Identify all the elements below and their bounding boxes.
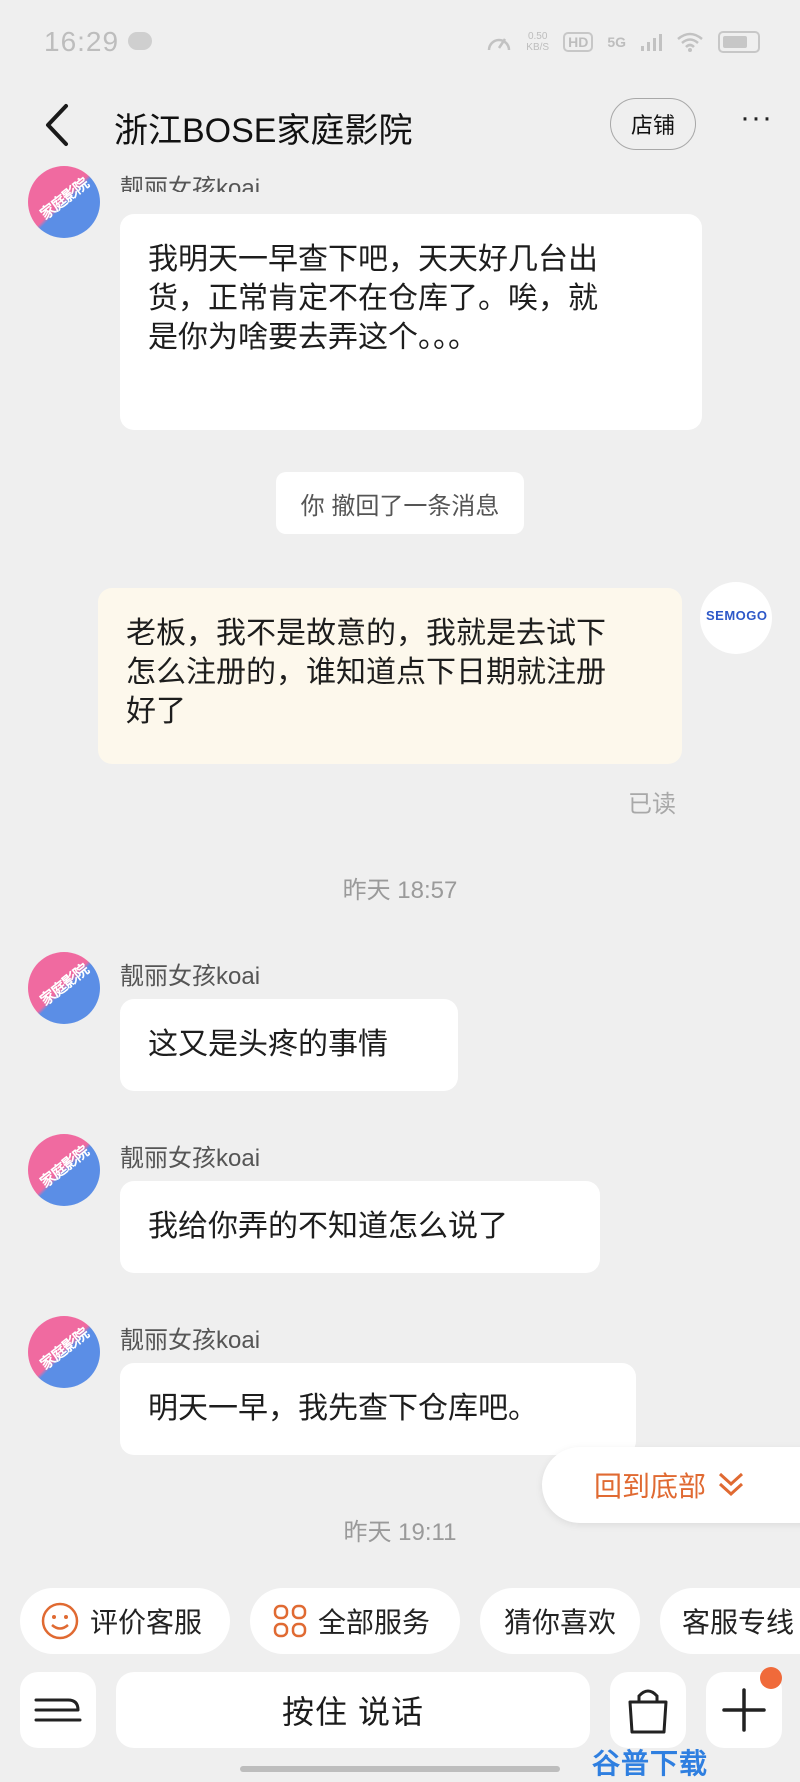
status-bar: 16:29 0.50 KB/S HD 5G [0, 0, 800, 80]
agent-avatar[interactable]: 家庭影院 [28, 1134, 100, 1206]
agent-nickname: 靓丽女孩koai [120, 1327, 261, 1354]
agent-avatar-text: 家庭影院 [37, 175, 92, 224]
hotline-label: 客服专线 [682, 1607, 795, 1638]
home-indicator[interactable] [240, 1766, 560, 1772]
time-divider: 昨天 19:11 [343, 1519, 457, 1546]
agent-avatar-text: 家庭影院 [37, 961, 92, 1010]
rate-service-chip[interactable]: 评价客服 [20, 1588, 230, 1654]
recall-notice: 你 撤回了一条消息 [276, 472, 524, 534]
agent-avatar[interactable]: 家庭影院 [28, 166, 100, 238]
agent-message-bubble[interactable]: 我给你弄的不知道怎么说了 [120, 1181, 600, 1273]
agent-nickname: 靓丽女孩koai [120, 1145, 261, 1172]
agent-message-bubble[interactable]: 明天一早，我先查下仓库吧。 [120, 1363, 636, 1455]
hold-to-talk-button[interactable]: 按住 说话 [116, 1672, 590, 1748]
hotline-chip[interactable]: 客服专线 [660, 1588, 800, 1654]
agent-avatar[interactable]: 家庭影院 [28, 952, 100, 1024]
hd-badge: HD [563, 32, 594, 52]
net-speed-value: 0.50 [527, 31, 548, 42]
guess-you-like-chip[interactable]: 猜你喜欢 [480, 1588, 640, 1654]
time-divider: 昨天 18:57 [342, 877, 458, 904]
signal-label: 5G [607, 34, 626, 50]
notification-dot [760, 1667, 782, 1689]
watermark: 谷普下载 [592, 1748, 709, 1779]
cloud-icon [128, 32, 152, 50]
grid-icon [273, 1604, 307, 1638]
all-services-label: 全部服务 [318, 1607, 431, 1638]
smiley-icon [41, 1602, 79, 1640]
jump-to-bottom-label: 回到底部 [594, 1471, 707, 1502]
gauge-icon [488, 38, 511, 51]
signal-icon [641, 34, 662, 51]
back-arrow-icon[interactable] [36, 100, 80, 150]
shop-button[interactable]: 店铺 [610, 98, 696, 150]
self-avatar-text: SEMOGO [706, 608, 768, 623]
net-speed: 0.50 KB/S [526, 31, 549, 53]
self-avatar[interactable]: SEMOGO [700, 582, 772, 654]
status-icons: 0.50 KB/S HD 5G [486, 26, 760, 58]
double-chevron-down-icon [719, 1472, 744, 1497]
agent-message-bubble[interactable]: 这又是头疼的事情 [120, 999, 458, 1091]
battery-icon [718, 31, 760, 53]
agent-message-bubble[interactable]: 我明天一早查下吧，天天好几台出货，正常肯定不在仓库了。唉，就是你为啥要去弄这个。… [120, 214, 702, 430]
net-speed-unit: KB/S [526, 42, 550, 53]
read-status: 已读 [628, 791, 676, 818]
status-time: 16:29 [44, 26, 120, 57]
shopping-bag-icon [628, 1689, 668, 1734]
rate-service-label: 评价客服 [90, 1607, 203, 1638]
more-options-icon[interactable]: ··· [740, 103, 780, 138]
chat-title: 浙江BOSE家庭影院 [114, 112, 413, 150]
keyboard-toggle-button[interactable] [20, 1672, 96, 1748]
wifi-icon [677, 32, 703, 52]
agent-nickname: 靓丽女孩koai [120, 175, 261, 192]
agent-avatar[interactable]: 家庭影院 [28, 1316, 100, 1388]
agent-avatar-text: 家庭影院 [37, 1143, 92, 1192]
agent-avatar-text: 家庭影院 [37, 1325, 92, 1374]
guess-you-like-label: 猜你喜欢 [503, 1607, 616, 1638]
keyboard-icon [34, 1698, 82, 1722]
all-services-chip[interactable]: 全部服务 [250, 1588, 460, 1654]
agent-nickname: 靓丽女孩koai [120, 963, 261, 990]
shopping-bag-button[interactable] [610, 1672, 686, 1748]
self-message-bubble[interactable]: 老板，我不是故意的，我就是去试下怎么注册的，谁知道点下日期就注册好了 [98, 588, 682, 764]
